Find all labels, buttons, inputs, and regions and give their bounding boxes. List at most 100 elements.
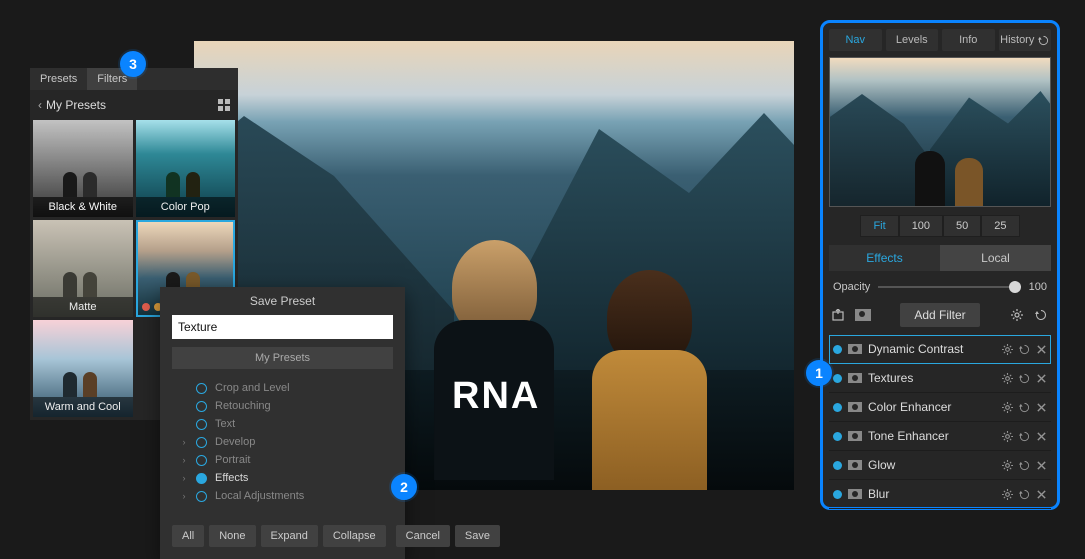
gear-icon[interactable]: [1002, 402, 1013, 413]
gear-icon[interactable]: [1002, 373, 1013, 384]
enable-toggle-icon[interactable]: [833, 345, 842, 354]
save-button[interactable]: Save: [455, 525, 500, 547]
collapse-button[interactable]: Collapse: [323, 525, 386, 547]
preset-matte[interactable]: Matte: [33, 220, 133, 317]
option-effects[interactable]: ›Effects: [172, 469, 393, 487]
tab-local[interactable]: Local: [940, 245, 1051, 271]
close-icon[interactable]: [1036, 373, 1047, 384]
none-button[interactable]: None: [209, 525, 255, 547]
radio-icon: [196, 437, 207, 448]
preset-category-button[interactable]: My Presets: [172, 347, 393, 369]
mask-icon[interactable]: [848, 373, 862, 383]
radio-icon: [196, 455, 207, 466]
gear-icon[interactable]: [1002, 489, 1013, 500]
enable-toggle-icon[interactable]: [833, 432, 842, 441]
option-text[interactable]: Text: [172, 415, 393, 433]
back-icon[interactable]: ‹: [38, 98, 42, 112]
reset-icon[interactable]: [1019, 460, 1030, 471]
filter-row-dynamic-contrast[interactable]: Dynamic Contrast: [829, 335, 1051, 364]
close-icon[interactable]: [1036, 460, 1047, 471]
callout-badge-3: 3: [120, 51, 146, 77]
enable-toggle-icon[interactable]: [833, 374, 842, 383]
navigator-thumbnail[interactable]: [829, 57, 1051, 207]
option-retouching[interactable]: Retouching: [172, 397, 393, 415]
filter-name: Tone Enhancer: [868, 429, 996, 443]
enable-toggle-icon[interactable]: [833, 461, 842, 470]
tab-levels[interactable]: Levels: [886, 29, 939, 51]
filter-name: Dynamic Contrast: [868, 342, 996, 356]
gear-icon[interactable]: [1002, 431, 1013, 442]
tab-info[interactable]: Info: [942, 29, 995, 51]
close-icon[interactable]: [1036, 431, 1047, 442]
zoom-25[interactable]: 25: [981, 215, 1019, 237]
option-label: Develop: [215, 436, 255, 448]
chevron-right-icon: ›: [180, 455, 188, 465]
reset-icon[interactable]: [1019, 489, 1030, 500]
preset-name-input[interactable]: [172, 315, 393, 339]
filter-name: Glow: [868, 458, 996, 472]
grid-view-icon[interactable]: [218, 99, 230, 111]
option-local-adjustments[interactable]: ›Local Adjustments: [172, 487, 393, 505]
zoom-100[interactable]: 100: [899, 215, 943, 237]
reset-icon[interactable]: [1019, 431, 1030, 442]
filter-row-textures[interactable]: Textures: [829, 364, 1051, 393]
zoom-fit[interactable]: Fit: [860, 215, 898, 237]
preset-label: Matte: [33, 297, 133, 317]
preset-color-pop[interactable]: Color Pop: [136, 120, 236, 217]
close-icon[interactable]: [1036, 344, 1047, 355]
reset-icon[interactable]: [1033, 308, 1049, 322]
option-portrait[interactable]: ›Portrait: [172, 451, 393, 469]
undo-icon: [1038, 35, 1049, 46]
mask-icon[interactable]: [848, 402, 862, 412]
dialog-title: Save Preset: [160, 287, 405, 315]
opacity-slider[interactable]: [878, 286, 1020, 288]
option-label: Effects: [215, 472, 248, 484]
gear-icon[interactable]: [1002, 460, 1013, 471]
mask-icon[interactable]: [848, 431, 862, 441]
tab-history[interactable]: History: [999, 29, 1052, 51]
save-preset-dialog: Save Preset My Presets Crop and Level Ret…: [160, 287, 405, 559]
zoom-50[interactable]: 50: [943, 215, 981, 237]
option-develop[interactable]: › Develop: [172, 433, 393, 451]
mask-icon[interactable]: [848, 344, 862, 354]
add-filter-button[interactable]: Add Filter: [900, 303, 979, 327]
presets-title: My Presets: [46, 98, 218, 112]
option-label: Retouching: [215, 400, 271, 412]
enable-toggle-icon[interactable]: [833, 490, 842, 499]
filter-row-blur[interactable]: Blur: [829, 480, 1051, 509]
option-crop-and-level[interactable]: Crop and Level: [172, 379, 393, 397]
zoom-controls: Fit 100 50 25: [823, 215, 1057, 237]
filter-row-color-enhancer[interactable]: Color Enhancer: [829, 393, 1051, 422]
gear-icon[interactable]: [1002, 344, 1013, 355]
gear-icon[interactable]: [1009, 308, 1025, 322]
opacity-value: 100: [1029, 281, 1047, 293]
cancel-button[interactable]: Cancel: [396, 525, 450, 547]
preset-label: Black & White: [33, 197, 133, 217]
mask-icon[interactable]: [848, 489, 862, 499]
expand-button[interactable]: Expand: [261, 525, 318, 547]
reset-icon[interactable]: [1019, 402, 1030, 413]
chevron-right-icon: ›: [180, 437, 188, 447]
export-icon[interactable]: [831, 308, 847, 322]
mask-icon[interactable]: [855, 308, 871, 322]
mask-icon[interactable]: [848, 460, 862, 470]
filter-name: Blur: [868, 487, 996, 501]
opacity-label: Opacity: [833, 281, 870, 293]
filter-stack: Dynamic Contrast TexturesColor Enhancer To…: [823, 335, 1057, 509]
close-icon[interactable]: [1036, 489, 1047, 500]
filter-row-glow[interactable]: Glow: [829, 451, 1051, 480]
preset-warm-and-cool[interactable]: Warm and Cool: [33, 320, 133, 417]
reset-icon[interactable]: [1019, 344, 1030, 355]
tab-effects[interactable]: Effects: [829, 245, 940, 271]
preset-label: Warm and Cool: [33, 397, 133, 417]
tab-presets[interactable]: Presets: [30, 68, 87, 90]
reset-icon[interactable]: [1019, 373, 1030, 384]
option-list: Crop and Level Retouching Text › Develop ›Por…: [172, 379, 393, 505]
close-icon[interactable]: [1036, 402, 1047, 413]
all-button[interactable]: All: [172, 525, 204, 547]
callout-badge-1: 1: [806, 360, 832, 386]
preset-black-and-white[interactable]: Black & White: [33, 120, 133, 217]
enable-toggle-icon[interactable]: [833, 403, 842, 412]
filter-row-tone-enhancer[interactable]: Tone Enhancer: [829, 422, 1051, 451]
tab-nav[interactable]: Nav: [829, 29, 882, 51]
